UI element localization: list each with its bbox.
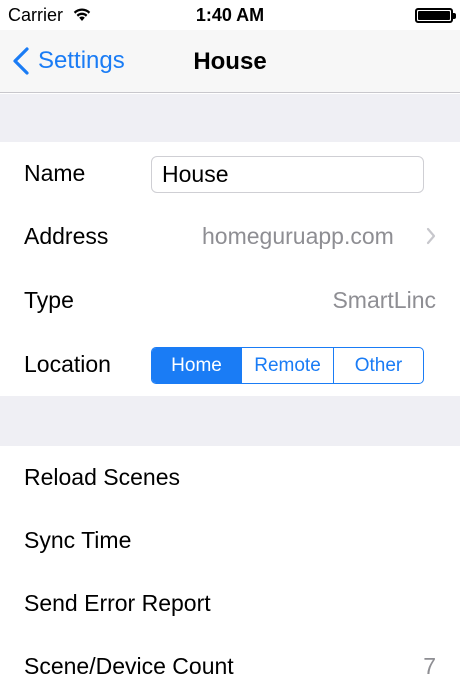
type-label: Type xyxy=(24,287,74,313)
name-field[interactable] xyxy=(151,156,424,193)
chevron-right-icon xyxy=(426,227,436,245)
sync-time-button[interactable]: Sync Time xyxy=(0,509,460,572)
status-bar: Carrier 1:40 AM xyxy=(0,0,460,30)
location-row: Location Home Remote Other xyxy=(0,333,460,396)
section-separator xyxy=(0,396,460,446)
name-row: Name xyxy=(0,142,460,205)
segment-other[interactable]: Other xyxy=(333,348,423,383)
reload-scenes-label: Reload Scenes xyxy=(24,464,180,490)
send-error-report-label: Send Error Report xyxy=(24,590,211,616)
section-separator xyxy=(0,94,460,142)
scene-device-count-value: 7 xyxy=(423,653,436,679)
location-segmented-control: Home Remote Other xyxy=(151,347,424,384)
navigation-bar: Settings House xyxy=(0,30,460,93)
status-time: 1:40 AM xyxy=(195,5,265,25)
scene-device-count-label: Scene/Device Count xyxy=(24,653,234,679)
battery-icon xyxy=(415,8,456,23)
reload-scenes-button[interactable]: Reload Scenes xyxy=(0,446,460,509)
segment-remote[interactable]: Remote xyxy=(241,348,333,383)
type-value: SmartLinc xyxy=(332,287,436,313)
scene-device-count-row: Scene/Device Count 7 xyxy=(0,635,460,690)
location-label: Location xyxy=(24,351,111,377)
address-value: homeguruapp.com xyxy=(202,223,394,249)
sync-time-label: Sync Time xyxy=(24,527,132,553)
type-row: Type SmartLinc xyxy=(0,269,460,332)
send-error-report-button[interactable]: Send Error Report xyxy=(0,572,460,635)
address-label: Address xyxy=(24,223,109,249)
page-title: House xyxy=(193,48,267,75)
segment-home[interactable]: Home xyxy=(152,348,241,383)
name-label: Name xyxy=(24,160,86,186)
address-row[interactable]: Address homeguruapp.com xyxy=(0,205,460,268)
